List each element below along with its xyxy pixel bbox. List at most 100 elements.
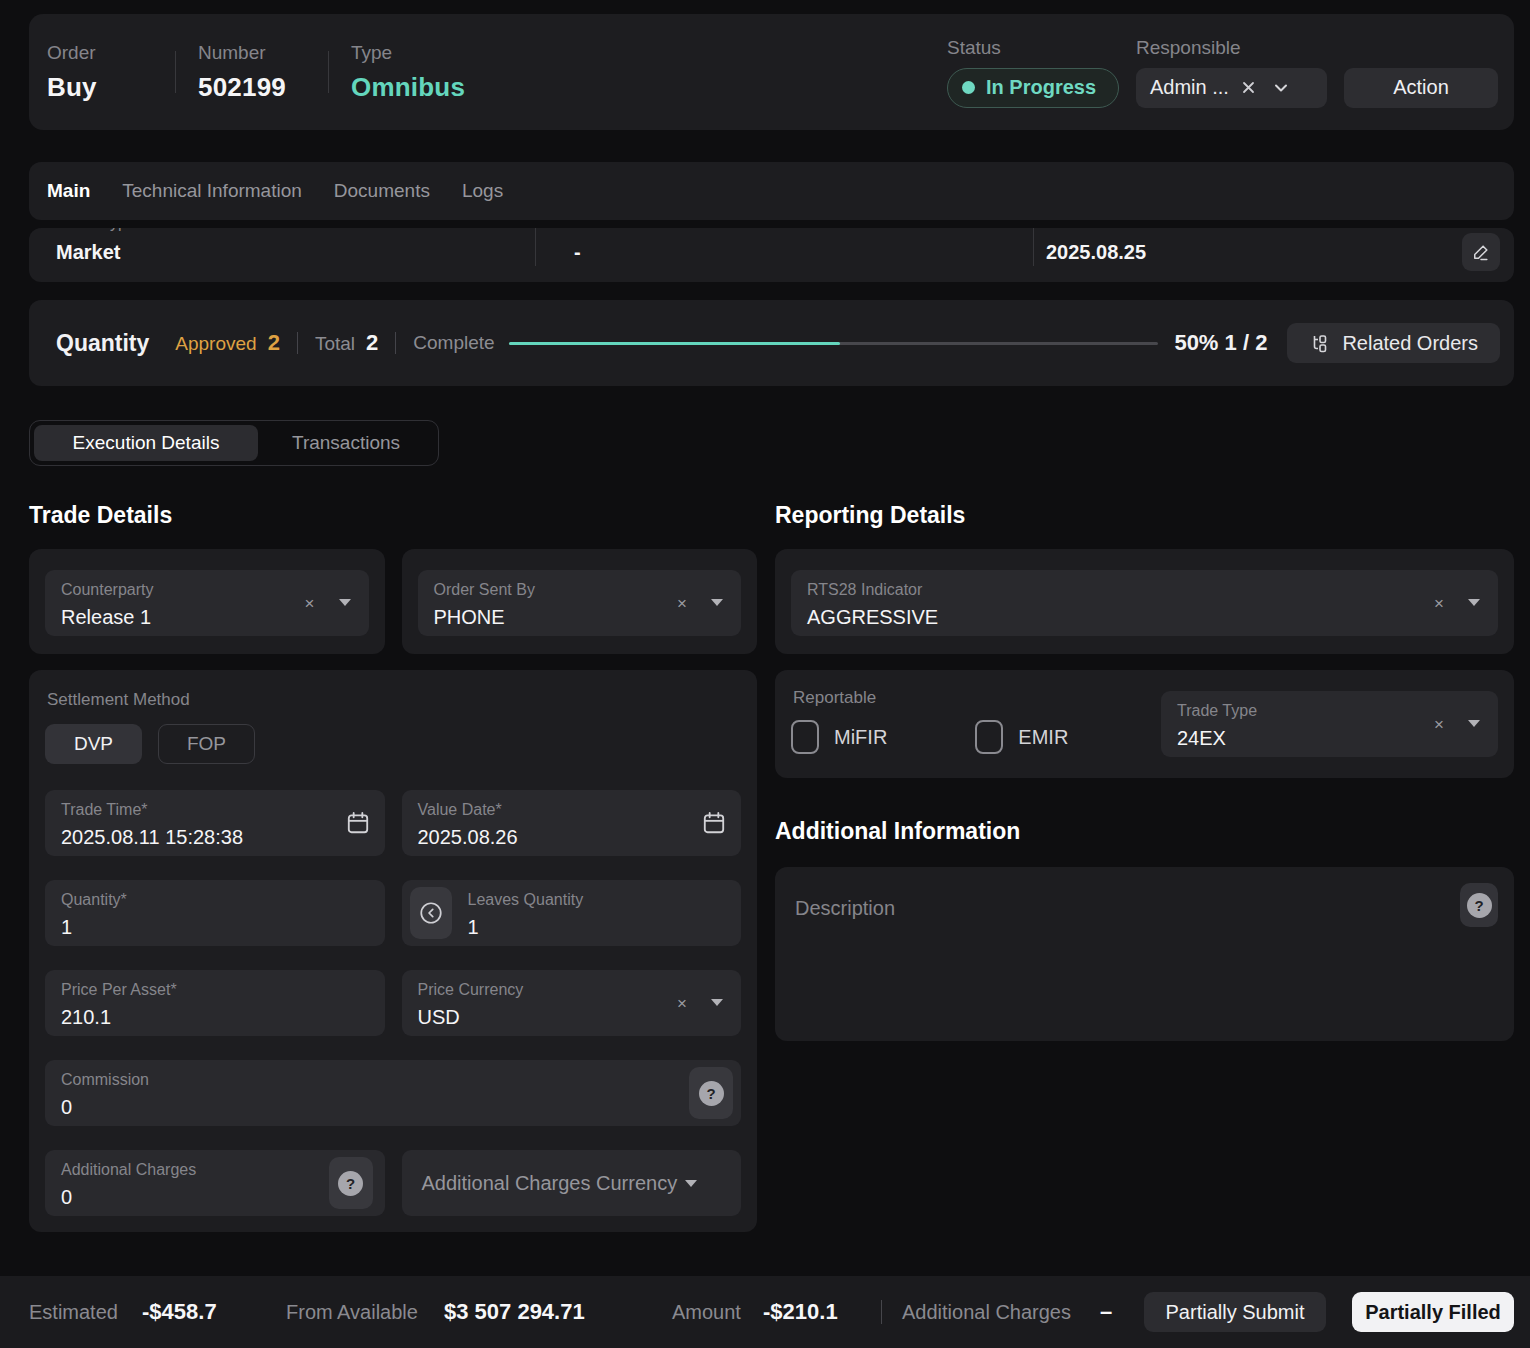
page: Order Buy Number 502199 Type Omnibus Sta… [0,14,1530,1232]
main-tabs: Main Technical Information Documents Log… [29,162,1514,220]
tab-documents[interactable]: Documents [334,180,430,202]
status-dot-icon [962,81,975,94]
approved-value: 2 [268,330,280,356]
checkbox-icon [975,720,1003,754]
tab-logs[interactable]: Logs [462,180,503,202]
calendar-icon[interactable] [345,809,371,837]
edit-button[interactable] [1462,233,1500,271]
divider [328,51,329,93]
summary-col-order-type: Order Type Market [29,228,535,282]
chevron-down-icon[interactable] [711,599,723,606]
price-per-asset-field[interactable]: Price Per Asset* 210.1 [45,970,385,1036]
counterparty-card: Counterparty Release 1 × [29,549,385,654]
counterparty-select[interactable]: Counterparty Release 1 × [45,570,369,636]
trade-details-title: Trade Details [29,502,757,529]
partially-submit-button[interactable]: Partially Submit [1144,1292,1326,1332]
from-available-label: From Available [286,1301,418,1324]
description-help-button[interactable]: ? [1460,883,1498,927]
progress-fill [509,342,840,345]
chevron-down-icon[interactable] [1468,599,1480,606]
order-sent-by-card: Order Sent By PHONE × [402,549,758,654]
additional-charges-help-button[interactable]: ? [329,1157,373,1209]
quantity-summary: Quantity Approved 2 Total 2 Complete 50%… [29,300,1514,386]
commission-field[interactable]: Commission 0 ? [45,1060,741,1126]
footer-additional-charges-value: – [1100,1299,1112,1325]
clear-icon[interactable]: × [1434,594,1444,614]
description-input[interactable]: Description [795,897,1498,920]
tab-main[interactable]: Main [47,180,90,202]
quantity-field[interactable]: Quantity* 1 [45,880,385,946]
emir-checkbox[interactable]: EMIR [975,720,1068,754]
mifir-checkbox[interactable]: MiFIR [791,720,887,754]
responsible-select[interactable]: Admin ... [1136,68,1327,108]
chevron-down-icon[interactable] [1468,720,1480,727]
completion-progress-bar [509,342,1159,345]
chevron-down-icon[interactable] [339,599,351,606]
clear-icon[interactable] [1241,80,1256,95]
chevron-down-icon[interactable] [1272,79,1290,97]
fop-toggle[interactable]: FOP [158,724,255,764]
clear-icon[interactable]: × [677,594,687,614]
additional-information-title: Additional Information [775,818,1514,845]
summary-col-trade-date: Trade Date 2025.08.25 [1034,228,1514,282]
field-label: Commission [61,1071,725,1089]
order-sent-by-select[interactable]: Order Sent By PHONE × [418,570,742,636]
checkbox-label: MiFIR [834,726,887,749]
partially-filled-button[interactable]: Partially Filled [1352,1292,1514,1332]
value-date-field[interactable]: Value Date* 2025.08.26 [402,790,742,856]
summary-label: Limit Price [598,228,673,232]
chevron-down-icon[interactable] [711,999,723,1006]
summary-label: Trade Date [1058,228,1137,232]
reportable-label: Reportable [793,688,1068,708]
summary-label: Order Type [56,228,136,232]
calendar-icon[interactable] [701,809,727,837]
help-icon: ? [1467,893,1492,918]
price-currency-select[interactable]: Price Currency USD × [402,970,742,1036]
field-value: 1 [61,916,369,939]
status-text: In Progress [986,76,1096,99]
tab-execution-details[interactable]: Execution Details [34,425,258,461]
commission-help-button[interactable]: ? [689,1067,733,1119]
additional-charges-currency-select[interactable]: Additional Charges Currency [402,1150,742,1216]
chevron-down-icon[interactable] [685,1180,697,1187]
related-orders-button[interactable]: Related Orders [1287,323,1500,363]
total-value: 2 [366,330,378,356]
order-number-group: Number 502199 [198,42,328,103]
tab-transactions[interactable]: Transactions [258,425,434,461]
order-summary-row: Order Type Market Limit Price - Trade Da… [29,228,1514,282]
field-label: Quantity* [61,891,369,909]
settlement-method-label: Settlement Method [47,690,741,710]
divider [881,1300,882,1324]
field-label: Leaves Quantity [468,891,726,909]
field-label: Trade Time* [61,801,369,819]
clear-icon[interactable]: × [677,994,687,1014]
dvp-toggle[interactable]: DVP [45,724,142,764]
tab-technical-information[interactable]: Technical Information [122,180,302,202]
divider [395,332,396,354]
progress-percent: 50% 1 / 2 [1174,330,1267,356]
clear-icon[interactable]: × [1434,715,1444,735]
additional-charges-field[interactable]: Additional Charges 0 ? [45,1150,385,1216]
amount-value: -$210.1 [763,1299,838,1325]
order-label: Order [47,42,175,64]
field-label: Value Date* [418,801,726,819]
leaves-quantity-button[interactable] [410,887,452,939]
checkbox-label: EMIR [1018,726,1068,749]
rts28-indicator-select[interactable]: RTS28 Indicator AGGRESSIVE × [791,570,1498,636]
status-badge: In Progress [947,68,1119,108]
type-label: Type [351,42,465,64]
field-value: 0 [61,1186,369,1209]
arrow-left-circle-icon [418,900,444,926]
estimated-value: -$458.7 [142,1299,217,1325]
amount-label: Amount [672,1301,741,1324]
order-side-group: Order Buy [47,42,175,103]
clear-icon[interactable]: × [305,594,315,614]
trade-time-field[interactable]: Trade Time* 2025.08.11 15:28:38 [45,790,385,856]
field-value: 1 [468,916,726,939]
action-button[interactable]: Action [1344,68,1498,108]
from-available-value: $3 507 294.71 [444,1299,585,1325]
summary-col-limit-price: Limit Price - [536,228,1033,282]
field-placeholder: Additional Charges Currency [422,1172,678,1195]
trade-type-select[interactable]: Trade Type 24EX × [1161,691,1498,757]
responsible-group: Responsible Admin ... [1136,37,1327,108]
